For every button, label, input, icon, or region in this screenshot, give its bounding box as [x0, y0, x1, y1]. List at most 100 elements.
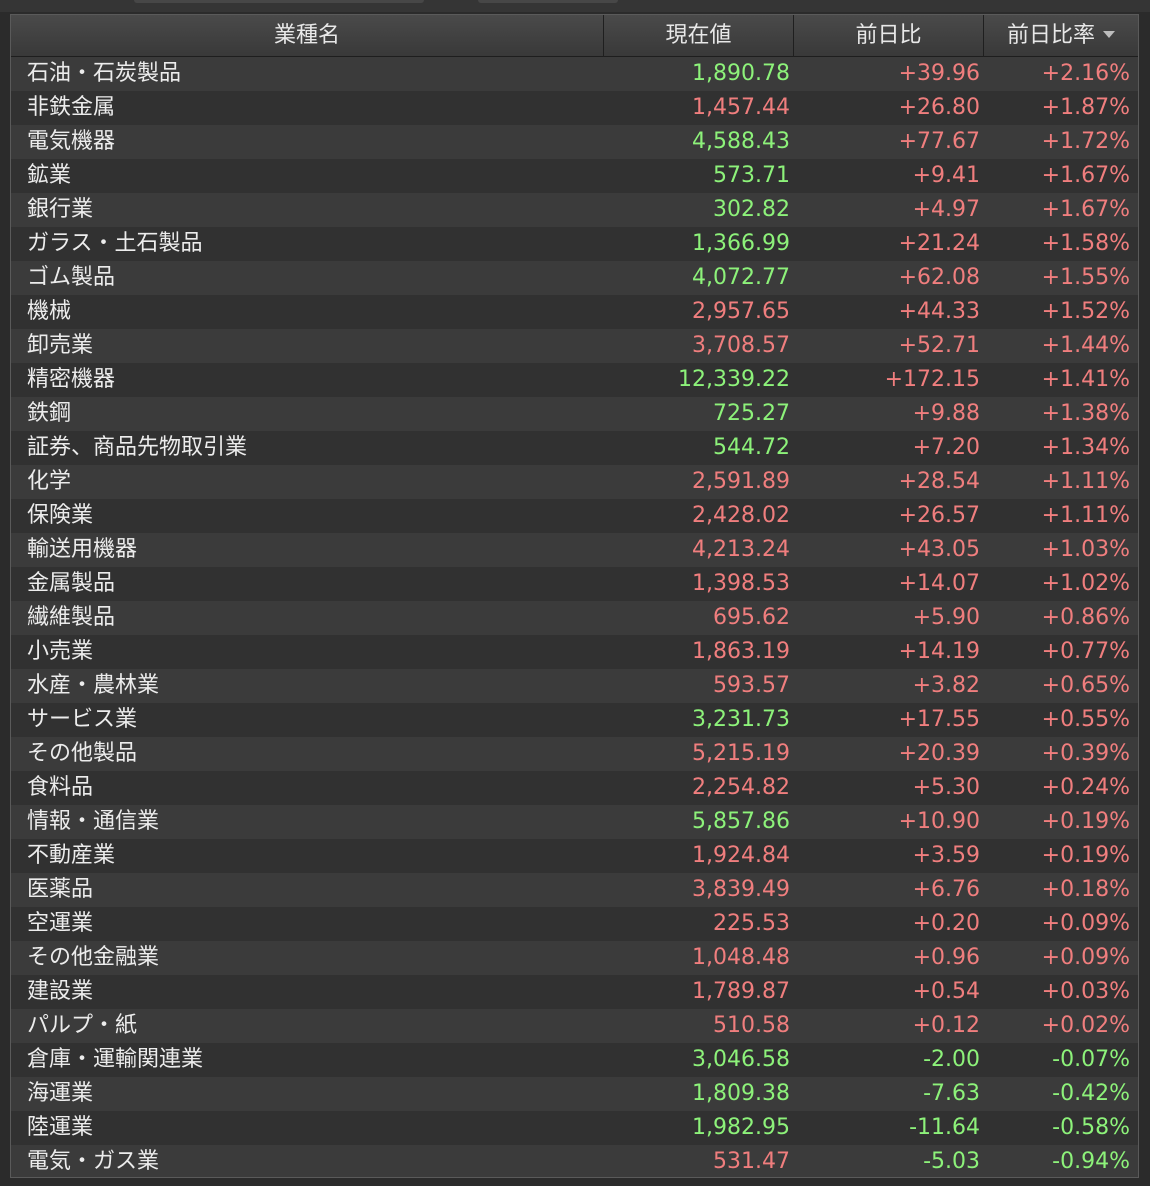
change-percent-cell: +0.65%: [1041, 673, 1130, 698]
table-row[interactable]: 水産・農林業 593.57 +3.82 +0.65%: [11, 669, 1138, 703]
sector-name-cell: 卸売業: [27, 333, 94, 358]
change-percent-cell: -0.58%: [1052, 1115, 1130, 1140]
sector-quotes-window: 業種名 現在値 前日比 前日比率 石油・石炭製品 1,890.78 +39.96 +2…: [0, 0, 1150, 1186]
current-price-cell: 1,398.53: [692, 571, 790, 596]
table-header: 業種名 現在値 前日比 前日比率: [11, 15, 1138, 57]
sector-name-cell: 鉄鋼: [27, 401, 72, 426]
sector-name-cell: 保険業: [27, 503, 94, 528]
change-cell: +28.54: [898, 469, 980, 494]
sector-name-cell: 証券、商品先物取引業: [27, 435, 248, 460]
sector-name-cell: 電気・ガス業: [27, 1149, 160, 1174]
sector-name-cell: 建設業: [27, 979, 94, 1004]
change-cell: +39.96: [898, 61, 980, 86]
sector-name-cell: 水産・農林業: [27, 673, 160, 698]
current-price-cell: 3,708.57: [692, 333, 790, 358]
current-price-cell: 5,857.86: [692, 809, 790, 834]
table-row[interactable]: 情報・通信業 5,857.86 +10.90 +0.19%: [11, 805, 1138, 839]
change-cell: +20.39: [898, 741, 980, 766]
change-percent-cell: +0.03%: [1041, 979, 1130, 1004]
current-price-cell: 1,863.19: [692, 639, 790, 664]
change-cell: +14.19: [898, 639, 980, 664]
current-price-cell: 2,254.82: [692, 775, 790, 800]
current-price-cell: 302.82: [713, 197, 790, 222]
change-percent-cell: +1.38%: [1041, 401, 1130, 426]
current-price-cell: 1,890.78: [692, 61, 790, 86]
current-price-cell: 4,213.24: [692, 537, 790, 562]
column-header-label: 前日比: [855, 23, 922, 48]
change-percent-cell: +0.19%: [1041, 843, 1130, 868]
column-header-label: 前日比率: [1006, 23, 1095, 48]
table-row[interactable]: その他製品 5,215.19 +20.39 +0.39%: [11, 737, 1138, 771]
change-percent-cell: +1.52%: [1041, 299, 1130, 324]
table-row[interactable]: 保険業 2,428.02 +26.57 +1.11%: [11, 499, 1138, 533]
current-price-cell: 573.71: [713, 163, 790, 188]
change-percent-cell: +1.72%: [1041, 129, 1130, 154]
table-row[interactable]: 食料品 2,254.82 +5.30 +0.24%: [11, 771, 1138, 805]
table-row[interactable]: 陸運業 1,982.95 -11.64 -0.58%: [11, 1111, 1138, 1145]
table-row[interactable]: パルプ・紙 510.58 +0.12 +0.02%: [11, 1009, 1138, 1043]
change-percent-cell: +0.09%: [1041, 945, 1130, 970]
table-row[interactable]: 電気・ガス業 531.47 -5.03 -0.94%: [11, 1145, 1138, 1177]
current-price-cell: 225.53: [713, 911, 790, 936]
table-row[interactable]: 建設業 1,789.87 +0.54 +0.03%: [11, 975, 1138, 1009]
current-price-cell: 3,839.49: [692, 877, 790, 902]
sector-name-cell: 陸運業: [27, 1115, 94, 1140]
sort-descending-icon: [1103, 30, 1115, 38]
column-header-sector-name[interactable]: 業種名: [11, 15, 604, 57]
change-cell: +3.82: [912, 673, 980, 698]
current-price-cell: 544.72: [713, 435, 790, 460]
column-header-current-price[interactable]: 現在値: [604, 15, 794, 57]
change-cell: +6.76: [912, 877, 980, 902]
sector-name-cell: 不動産業: [27, 843, 116, 868]
column-header-change-percent[interactable]: 前日比率: [984, 15, 1138, 57]
sector-name-cell: サービス業: [27, 707, 138, 732]
table-row[interactable]: 小売業 1,863.19 +14.19 +0.77%: [11, 635, 1138, 669]
table-row[interactable]: 繊維製品 695.62 +5.90 +0.86%: [11, 601, 1138, 635]
current-price-cell: 1,048.48: [692, 945, 790, 970]
sector-name-cell: 銀行業: [27, 197, 94, 222]
sector-name-cell: 海運業: [27, 1081, 94, 1106]
table-row[interactable]: サービス業 3,231.73 +17.55 +0.55%: [11, 703, 1138, 737]
table-row[interactable]: 証券、商品先物取引業 544.72 +7.20 +1.34%: [11, 431, 1138, 465]
change-percent-cell: +0.09%: [1041, 911, 1130, 936]
table-row[interactable]: ゴム製品 4,072.77 +62.08 +1.55%: [11, 261, 1138, 295]
change-percent-cell: +1.67%: [1041, 163, 1130, 188]
table-row[interactable]: 機械 2,957.65 +44.33 +1.52%: [11, 295, 1138, 329]
table-row[interactable]: 医薬品 3,839.49 +6.76 +0.18%: [11, 873, 1138, 907]
sector-name-cell: 小売業: [27, 639, 94, 664]
table-row[interactable]: 銀行業 302.82 +4.97 +1.67%: [11, 193, 1138, 227]
table-row[interactable]: 海運業 1,809.38 -7.63 -0.42%: [11, 1077, 1138, 1111]
change-cell: +0.12: [912, 1013, 980, 1038]
table-row[interactable]: 輸送用機器 4,213.24 +43.05 +1.03%: [11, 533, 1138, 567]
current-price-cell: 725.27: [713, 401, 790, 426]
table-row[interactable]: 不動産業 1,924.84 +3.59 +0.19%: [11, 839, 1138, 873]
table-row[interactable]: 精密機器 12,339.22 +172.15 +1.41%: [11, 363, 1138, 397]
sector-name-cell: 機械: [27, 299, 72, 324]
change-percent-cell: +0.55%: [1041, 707, 1130, 732]
table-row[interactable]: 卸売業 3,708.57 +52.71 +1.44%: [11, 329, 1138, 363]
change-cell: +9.41: [912, 163, 980, 188]
table-row[interactable]: ガラス・土石製品 1,366.99 +21.24 +1.58%: [11, 227, 1138, 261]
table-row[interactable]: 石油・石炭製品 1,890.78 +39.96 +2.16%: [11, 57, 1138, 91]
change-percent-cell: +1.11%: [1041, 503, 1130, 528]
table-row[interactable]: 金属製品 1,398.53 +14.07 +1.02%: [11, 567, 1138, 601]
table-row[interactable]: その他金融業 1,048.48 +0.96 +0.09%: [11, 941, 1138, 975]
table-row[interactable]: 鉱業 573.71 +9.41 +1.67%: [11, 159, 1138, 193]
sector-name-cell: 精密機器: [27, 367, 116, 392]
sector-name-cell: ガラス・土石製品: [27, 231, 203, 256]
sector-name-cell: パルプ・紙: [27, 1013, 138, 1038]
change-cell: +21.24: [898, 231, 980, 256]
table-row[interactable]: 鉄鋼 725.27 +9.88 +1.38%: [11, 397, 1138, 431]
column-header-change[interactable]: 前日比: [794, 15, 984, 57]
sector-name-cell: 非鉄金属: [27, 95, 116, 120]
table-row[interactable]: 非鉄金属 1,457.44 +26.80 +1.87%: [11, 91, 1138, 125]
table-row[interactable]: 化学 2,591.89 +28.54 +1.11%: [11, 465, 1138, 499]
current-price-cell: 510.58: [713, 1013, 790, 1038]
table-row[interactable]: 電気機器 4,588.43 +77.67 +1.72%: [11, 125, 1138, 159]
sector-name-cell: 金属製品: [27, 571, 116, 596]
sector-name-cell: 空運業: [27, 911, 94, 936]
change-percent-cell: -0.42%: [1052, 1081, 1130, 1106]
table-row[interactable]: 空運業 225.53 +0.20 +0.09%: [11, 907, 1138, 941]
table-row[interactable]: 倉庫・運輸関連業 3,046.58 -2.00 -0.07%: [11, 1043, 1138, 1077]
change-cell: -2.00: [923, 1047, 980, 1072]
